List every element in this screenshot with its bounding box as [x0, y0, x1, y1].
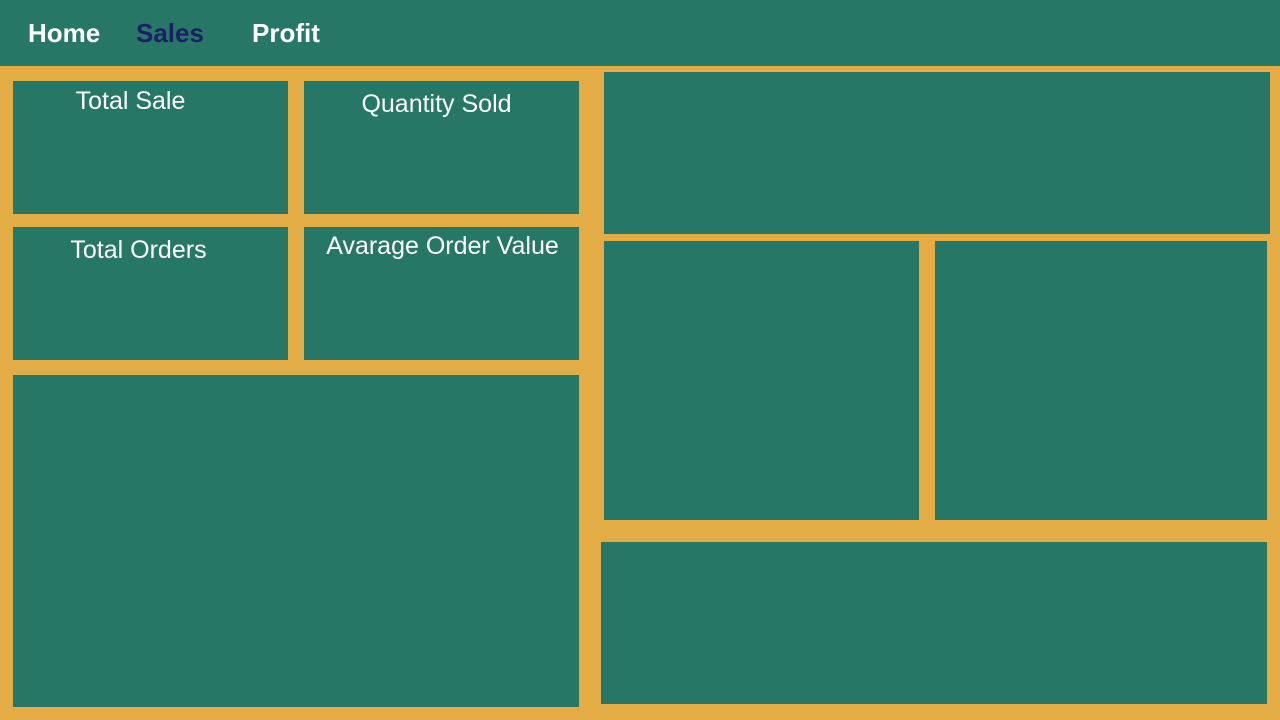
kpi-card-average-order-value: Avarage Order Value [304, 227, 579, 360]
chart-placeholder-left-large [13, 375, 579, 707]
chart-placeholder-middle-right [935, 241, 1267, 520]
kpi-title-average-order-value: Avarage Order Value [326, 232, 559, 260]
nav-profit-link[interactable]: Profit [252, 17, 320, 49]
kpi-title-total-orders: Total Orders [70, 236, 207, 264]
kpi-title-quantity-sold: Quantity Sold [361, 90, 512, 118]
chart-placeholder-middle-left [604, 241, 919, 520]
nav-sales-link[interactable]: Sales [136, 17, 204, 49]
kpi-card-quantity-sold: Quantity Sold [304, 81, 579, 214]
kpi-title-total-sale: Total Sale [75, 87, 186, 115]
nav-home-link[interactable]: Home [28, 17, 100, 49]
top-nav-bar: Home Sales Profit [0, 0, 1280, 66]
chart-placeholder-bottom-right [601, 542, 1267, 704]
chart-placeholder-top-right [604, 72, 1270, 234]
kpi-card-total-orders: Total Orders [13, 227, 288, 360]
kpi-card-total-sale: Total Sale [13, 81, 288, 214]
